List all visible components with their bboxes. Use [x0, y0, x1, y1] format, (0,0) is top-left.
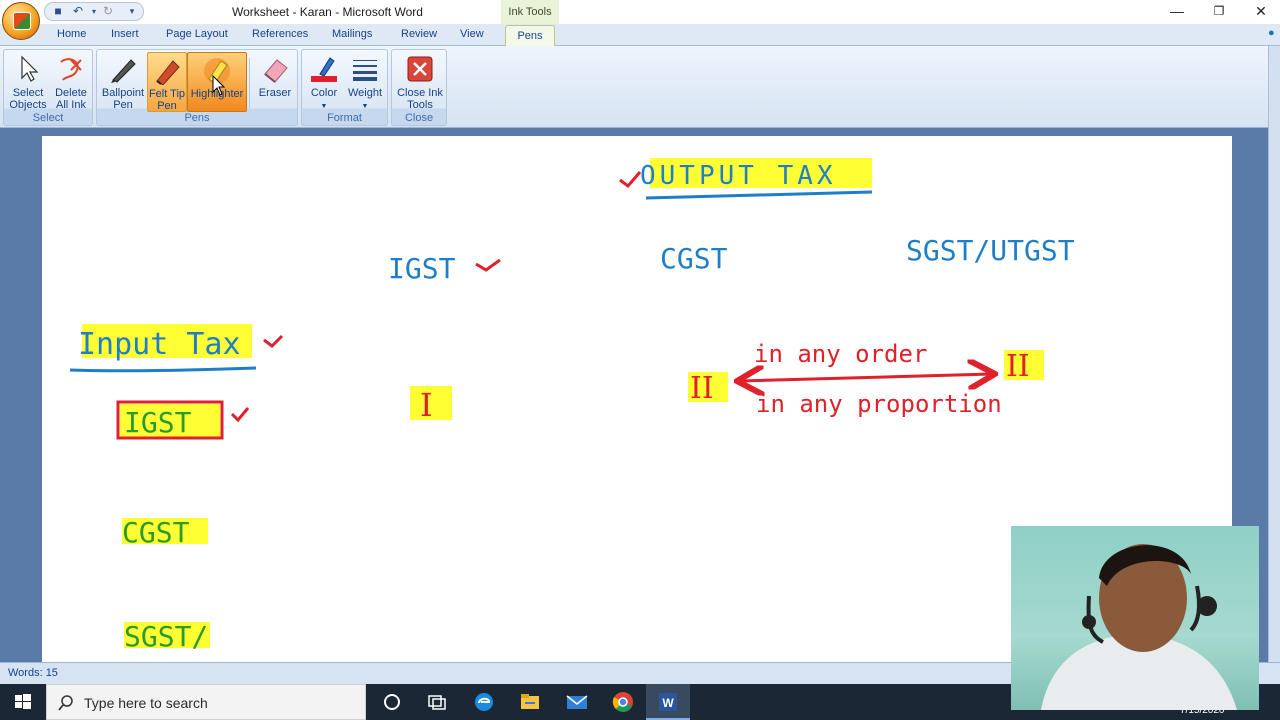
sgst-utgst-text: SGST/UTGST — [906, 234, 1075, 267]
tab-page-layout[interactable]: Page Layout — [166, 28, 228, 40]
color-button[interactable]: Color ▼ — [304, 52, 344, 112]
igst-box-check-icon — [230, 407, 250, 423]
weight-button[interactable]: Weight ▼ — [344, 52, 386, 112]
presenter-video — [1041, 544, 1237, 710]
file-explorer-icon[interactable] — [518, 690, 542, 714]
ink-tools-contextual-label: Ink Tools — [501, 0, 559, 24]
ink-color-icon — [308, 54, 340, 84]
search-icon — [58, 695, 73, 711]
taskbar-search[interactable]: Type here to search — [46, 684, 366, 720]
felt-tip-pen-button[interactable]: Felt Tip Pen — [147, 52, 187, 112]
mouse-pointer-icon — [212, 75, 226, 96]
roman-one-text: I — [420, 386, 433, 424]
felt-tip-pen-icon — [151, 55, 183, 86]
ribbon-tabs: Home Insert Page Layout References Maili… — [0, 24, 1280, 46]
word-count[interactable]: Words: 15 — [8, 667, 58, 679]
office-logo-icon — [13, 12, 31, 30]
ballpoint-pen-button[interactable]: Ballpoint Pen — [99, 52, 147, 112]
office-button[interactable] — [2, 2, 40, 40]
select-objects-button[interactable]: Select Objects — [6, 52, 50, 112]
delete-ink-icon — [55, 54, 87, 84]
word-taskbar-item[interactable]: W — [646, 684, 690, 720]
ribbon: Select Objects Delete All Ink Select Bal… — [0, 46, 1280, 128]
input-tax-underline — [69, 366, 257, 373]
eraser-button[interactable]: Eraser — [253, 52, 297, 112]
mail-icon[interactable] — [565, 690, 589, 714]
any-proportion-text: in any proportion — [756, 390, 1002, 418]
cortana-icon[interactable] — [380, 690, 404, 714]
close-group-label: Close — [404, 112, 434, 124]
any-order-text: in any order — [754, 340, 927, 368]
windows-logo-icon — [15, 694, 31, 709]
line-weight-icon — [349, 54, 381, 84]
save-icon[interactable]: ■ — [51, 5, 65, 18]
tab-review[interactable]: Review — [401, 28, 437, 40]
sgst-left-text: SGST/ — [124, 620, 208, 653]
quick-access-toolbar: ■ ↶ ▾ ↻ ▾ — [44, 2, 144, 21]
format-group: Color ▼ Weight ▼ Format — [301, 49, 388, 126]
minimize-icon[interactable]: — — [1156, 0, 1198, 22]
search-placeholder: Type here to search — [84, 695, 208, 711]
pens-group-label: Pens — [184, 112, 210, 124]
select-group: Select Objects Delete All Ink Select — [3, 49, 93, 126]
undo-dropdown-icon[interactable]: ▾ — [87, 5, 101, 18]
delete-all-ink-button[interactable]: Delete All Ink — [50, 52, 92, 112]
igst-top-check-icon — [475, 258, 501, 272]
chrome-icon[interactable] — [611, 690, 635, 714]
pointer-arrow-icon — [12, 54, 44, 84]
close-icon[interactable]: ✕ — [1240, 0, 1280, 22]
format-group-label: Format — [327, 112, 362, 124]
close-ink-tools-button[interactable]: Close Ink Tools — [394, 52, 446, 112]
start-button[interactable] — [0, 684, 46, 720]
pens-divider — [249, 58, 250, 108]
tab-home[interactable]: Home — [57, 28, 86, 40]
eraser-icon — [259, 54, 291, 84]
window-title: Worksheet - Karan - Microsoft Word — [232, 5, 423, 19]
word-icon: W — [659, 693, 677, 711]
input-tax-text: Input Tax — [78, 327, 241, 362]
output-tax-text: OUTPUT TAX — [640, 161, 837, 191]
output-tax-underline — [645, 190, 873, 200]
help-icon[interactable]: ● — [1268, 27, 1275, 39]
vertical-scrollbar[interactable] — [1268, 46, 1280, 662]
tab-insert[interactable]: Insert — [111, 28, 139, 40]
redo-icon[interactable]: ↻ — [101, 5, 115, 18]
svg-text:W: W — [662, 696, 674, 710]
output-tax-check-icon — [619, 171, 642, 189]
igst-box-text: IGST — [124, 406, 192, 439]
edge-browser-icon[interactable] — [472, 690, 496, 714]
tab-mailings[interactable]: Mailings — [332, 28, 372, 40]
restore-icon[interactable]: ❐ — [1198, 0, 1240, 22]
task-view-icon[interactable] — [425, 690, 449, 714]
title-bar: ■ ↶ ▾ ↻ ▾ Worksheet - Karan - Microsoft … — [0, 0, 1280, 24]
cgst-top-text: CGST — [660, 242, 728, 275]
select-group-label: Select — [32, 112, 64, 124]
cgst-left-text: CGST — [122, 516, 190, 549]
color-dropdown-icon: ▼ — [320, 103, 328, 110]
ballpoint-pen-icon — [107, 54, 139, 84]
tab-pens[interactable]: Pens — [505, 25, 555, 47]
roman-two-left-text: II — [690, 371, 714, 406]
tab-view[interactable]: View — [460, 28, 484, 40]
tab-references[interactable]: References — [252, 28, 308, 40]
pens-group: Ballpoint Pen Felt Tip Pen Highlighter E… — [96, 49, 298, 126]
close-x-icon — [404, 54, 436, 84]
igst-top-text: IGST — [388, 252, 456, 285]
webcam-overlay — [1011, 526, 1259, 710]
weight-dropdown-icon: ▼ — [361, 103, 369, 110]
roman-two-right-text: II — [1006, 349, 1030, 384]
customize-qat-icon[interactable]: ▾ — [125, 5, 139, 18]
close-group: Close Ink Tools Close — [391, 49, 447, 126]
double-arrow — [740, 374, 992, 381]
undo-icon[interactable]: ↶ — [71, 5, 85, 18]
input-tax-check-icon — [263, 334, 284, 348]
